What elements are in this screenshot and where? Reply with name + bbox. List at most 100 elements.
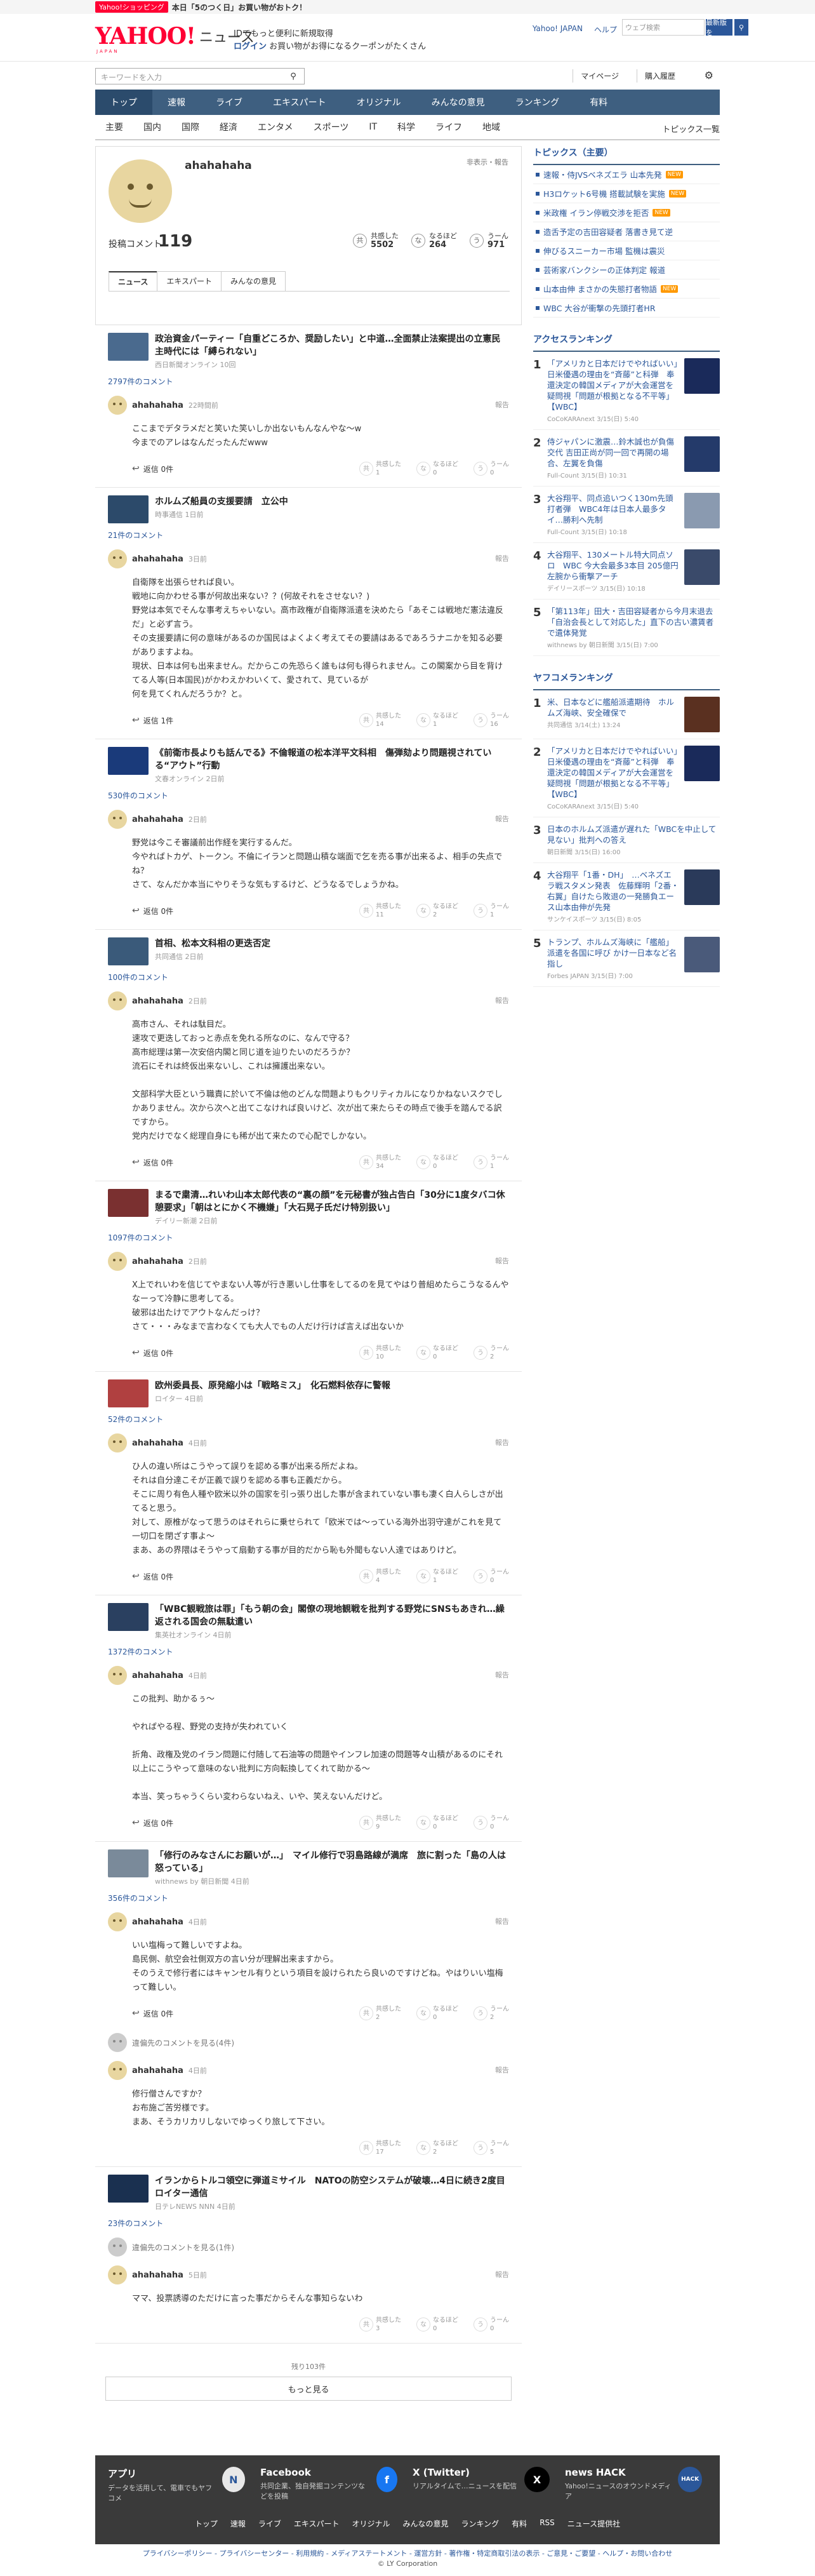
topic-label[interactable]: 造舌予定の吉田容疑者 落書き見て逆 [543,225,673,238]
article-item[interactable]: 政治資金パーティー「自重どころか、奨励したい」と中道…全面禁止法案提出の立憲民主… [108,333,509,370]
report-link[interactable]: 報告 [495,1437,509,1447]
vote-empathy-button[interactable]: 共共感した 17 [359,2140,401,2156]
topic-label[interactable]: 伸びるスニーカー市場 監機は震災 [543,245,665,257]
help-link[interactable]: ヘルプ [594,24,617,35]
history-link[interactable]: 購入履歴 [636,69,683,83]
vote-hmm-button[interactable]: ううーん 0 [474,1568,509,1585]
cat-it[interactable]: IT [359,122,387,132]
yahoo-japan-link[interactable]: Yahoo! JAPAN [533,24,583,35]
topic-item[interactable]: 造舌予定の吉田容疑者 落書き見て逆 [533,222,720,241]
ranking-title[interactable]: 大谷翔平、130メートル特大同点ソロ WBC 今大会最多3本目 205億円左腕か… [547,549,679,582]
ranking-title[interactable]: 米、日本などに艦船派遣期待 ホルムズ海峡、安全確保で [547,697,679,718]
cat-sports[interactable]: スポーツ [303,121,359,133]
comment-author[interactable]: ahahahaha [132,1917,183,1927]
topic-item[interactable]: 伸びるスニーカー市場 監機は震災 [533,241,720,260]
reply-button[interactable]: ↩ 返信 0件 [132,1348,173,1358]
ranking-thumbnail[interactable] [684,493,720,528]
footer-app-link[interactable]: アプリ データを活用して、電車でもヤフコメ N [108,2467,245,2503]
footer-links[interactable]: プライバシーポリシー - プライバシーセンター - 利用規約 - メディアステー… [95,2548,720,2558]
article-item[interactable]: イランからトルコ領空に弾道ミサイル NATOの防空システムが破壊…4日に続き2度… [108,2175,509,2211]
topics-all-link[interactable]: トピックス一覧 [662,123,720,135]
article-item[interactable]: 「WBC観戦旅は罪」「もう朝の会」閣僚の現地観戦を批判する野党にSNSもあきれ…… [108,1603,509,1640]
comment-count-link[interactable]: 530件のコメント [108,790,509,801]
comment-count-link[interactable]: 1097件のコメント [108,1232,509,1243]
ranking-item[interactable]: 3 日本のホルムズ派遣が遅れた「WBCを中止して見ない」批判への答え 朝日新聞 3/… [533,817,720,863]
report-link[interactable]: 報告 [495,814,509,824]
comment-author[interactable]: ahahahaha [132,554,183,564]
article-item[interactable]: 首相、松本文科相の更迭否定 共同通信 2日前 [108,937,509,965]
ranking-title[interactable]: 「第113年」田大・吉田容疑者から今月末退去 「自治会長として対応した」直下の古… [547,606,721,638]
article-item[interactable]: 欧州委員長、原発縮小は「戦略ミス」 化石燃料依存に警報 ロイター 4日前 [108,1379,509,1407]
ranking-title[interactable]: 大谷翔平「1番・DH」 …ベネズエラ戦スタメン発表 佐藤輝明「2番・右翼」自けた… [547,869,679,913]
vote-hmm-button[interactable]: ううーん 1 [474,902,509,919]
topic-item[interactable]: H3ロケット6号機 搭載試験を実施 NEW [533,184,720,203]
vote-insight-button[interactable]: ななるほど 2 [416,2140,458,2156]
cat-international[interactable]: 国際 [171,121,209,133]
reply-button[interactable]: ↩ 返信 0件 [132,2008,173,2019]
web-search-input[interactable]: ウェブ検索 [622,19,705,36]
vote-hmm-button[interactable]: ううーん 0 [474,2316,509,2333]
vote-hmm-button[interactable]: ううーん 0 [474,460,509,477]
vote-empathy-button[interactable]: 共共感した 4 [359,1568,401,1585]
vote-empathy-button[interactable]: 共共感した 9 [359,1815,401,1831]
article-title[interactable]: 欧州委員長、原発縮小は「戦略ミス」 化石燃料依存に警報 [155,1379,390,1392]
yahoo-logo[interactable]: YAHOO! JAPAN ニュース [95,23,255,54]
search-icon[interactable]: ⚲ [286,69,301,83]
footer-nav-item[interactable]: みんなの意見 [403,2518,449,2529]
article-thumbnail[interactable] [108,1849,149,1877]
ranking-title[interactable]: 侍ジャパンに激震…鈴木誠也が負傷交代 吉田正尚が同一回で再開の場合、左翼を負傷 [547,436,679,469]
ranking-thumbnail[interactable] [684,869,720,905]
vote-empathy-button[interactable]: 共共感した 1 [359,460,401,477]
topic-item[interactable]: 米政権 イラン停戦交渉を拒否 NEW [533,203,720,222]
nav-breaking[interactable]: 速報 [152,90,201,115]
reply-button[interactable]: ↩ 返信 0件 [132,1818,173,1828]
report-link[interactable]: 報告 [495,1256,509,1266]
footer-nav-item[interactable]: オリジナル [352,2518,390,2529]
vote-insight-button[interactable]: ななるほど 0 [416,460,458,477]
web-search-button[interactable]: 最新版を [706,18,732,37]
footer-nav-item[interactable]: ライブ [258,2518,281,2529]
cat-entertainment[interactable]: エンタメ [248,121,303,133]
vote-empathy-button[interactable]: 共共感した 14 [359,712,401,728]
article-thumbnail[interactable] [108,333,149,361]
article-thumbnail[interactable] [108,1379,149,1407]
ranking-item[interactable]: 2 侍ジャパンに激震…鈴木誠也が負傷交代 吉田正尚が同一回で再開の場合、左翼を負傷… [533,430,720,486]
article-thumbnail[interactable] [108,1189,149,1217]
cat-domestic[interactable]: 国内 [133,121,171,133]
footer-nav-item[interactable]: ニュース提供社 [567,2518,620,2529]
vote-insight-button[interactable]: ななるほど 1 [416,1568,458,1585]
article-item[interactable]: まるで粛清…れいわ山本太郎代表の“裏の顔”を元秘書が独占告白「30分に1度タバコ… [108,1189,509,1226]
comment-author[interactable]: ahahahaha [132,2066,183,2076]
footer-app-link[interactable]: Facebook 共同企業、独自発掘コンテンツなどを投稿 f [260,2467,397,2503]
topic-item[interactable]: WBC 大谷が衝撃の先頭打者HR [533,299,720,318]
ranking-item[interactable]: 2 「アメリカと日本だけでやればいい」日米優遇の理由を“斉藤”と科弾 奉還決定の韓… [533,739,720,817]
comment-author[interactable]: ahahahaha [132,1257,183,1266]
promo-text[interactable]: 本日「5のつく日」お買い物がおトク！ [172,2,307,13]
login-link[interactable]: ログイン [234,42,267,51]
vote-insight-button[interactable]: ななるほど 0 [416,2316,458,2333]
vote-hmm-button[interactable]: ううーん 0 [474,1815,509,1831]
ranking-item[interactable]: 5 トランプ、ホルムズ海峡に「艦船」派遣を各国に呼び かけ一日本など名指し Forb… [533,930,720,987]
comment-count-link[interactable]: 21件のコメント [108,530,509,540]
topic-label[interactable]: 山本由伸 まさかの失態打者物語 [543,283,657,295]
footer-nav-item[interactable]: エキスパート [294,2518,340,2529]
article-title[interactable]: イランからトルコ領空に弾道ミサイル NATOの防空システムが破壊…4日に続き2度… [155,2175,509,2200]
search-icon[interactable]: ⚲ [734,19,748,36]
nav-ranking[interactable]: ランキング [500,90,575,115]
article-thumbnail[interactable] [108,1603,149,1631]
comment-author[interactable]: ahahahaha [132,1439,183,1448]
article-item[interactable]: 「修行のみなさんにお願いが…」 マイル修行で羽島路線が満席 旅に割った「島の人は… [108,1849,509,1886]
vote-insight-button[interactable]: ななるほど 0 [416,2005,458,2022]
ranking-thumbnail[interactable] [684,436,720,472]
hide-report-link[interactable]: 非表示・報告 [467,157,508,167]
ranking-title[interactable]: トランプ、ホルムズ海峡に「艦船」派遣を各国に呼び かけ一日本など名指し [547,937,679,969]
reply-button[interactable]: ↩ 返信 1件 [132,715,173,726]
article-title[interactable]: ホルムズ船員の支援要請 立公中 [155,495,288,508]
report-link[interactable]: 報告 [495,553,509,563]
footer-app-link[interactable]: news HACK Yahoo!ニュースのオウンドメディア HACK [565,2467,702,2503]
vote-empathy-button[interactable]: 共共感した 10 [359,1345,401,1361]
ranking-item[interactable]: 3 大谷翔平、同点追いつく130m先頭打者弾 WBC4年は日本人最多タイ…勝利へ先… [533,486,720,543]
vote-insight-button[interactable]: ななるほど 2 [416,902,458,919]
ranking-title[interactable]: 大谷翔平、同点追いつく130m先頭打者弾 WBC4年は日本人最多タイ…勝利へ先制 [547,493,679,525]
vote-hmm-button[interactable]: ううーん 1 [474,1154,509,1171]
